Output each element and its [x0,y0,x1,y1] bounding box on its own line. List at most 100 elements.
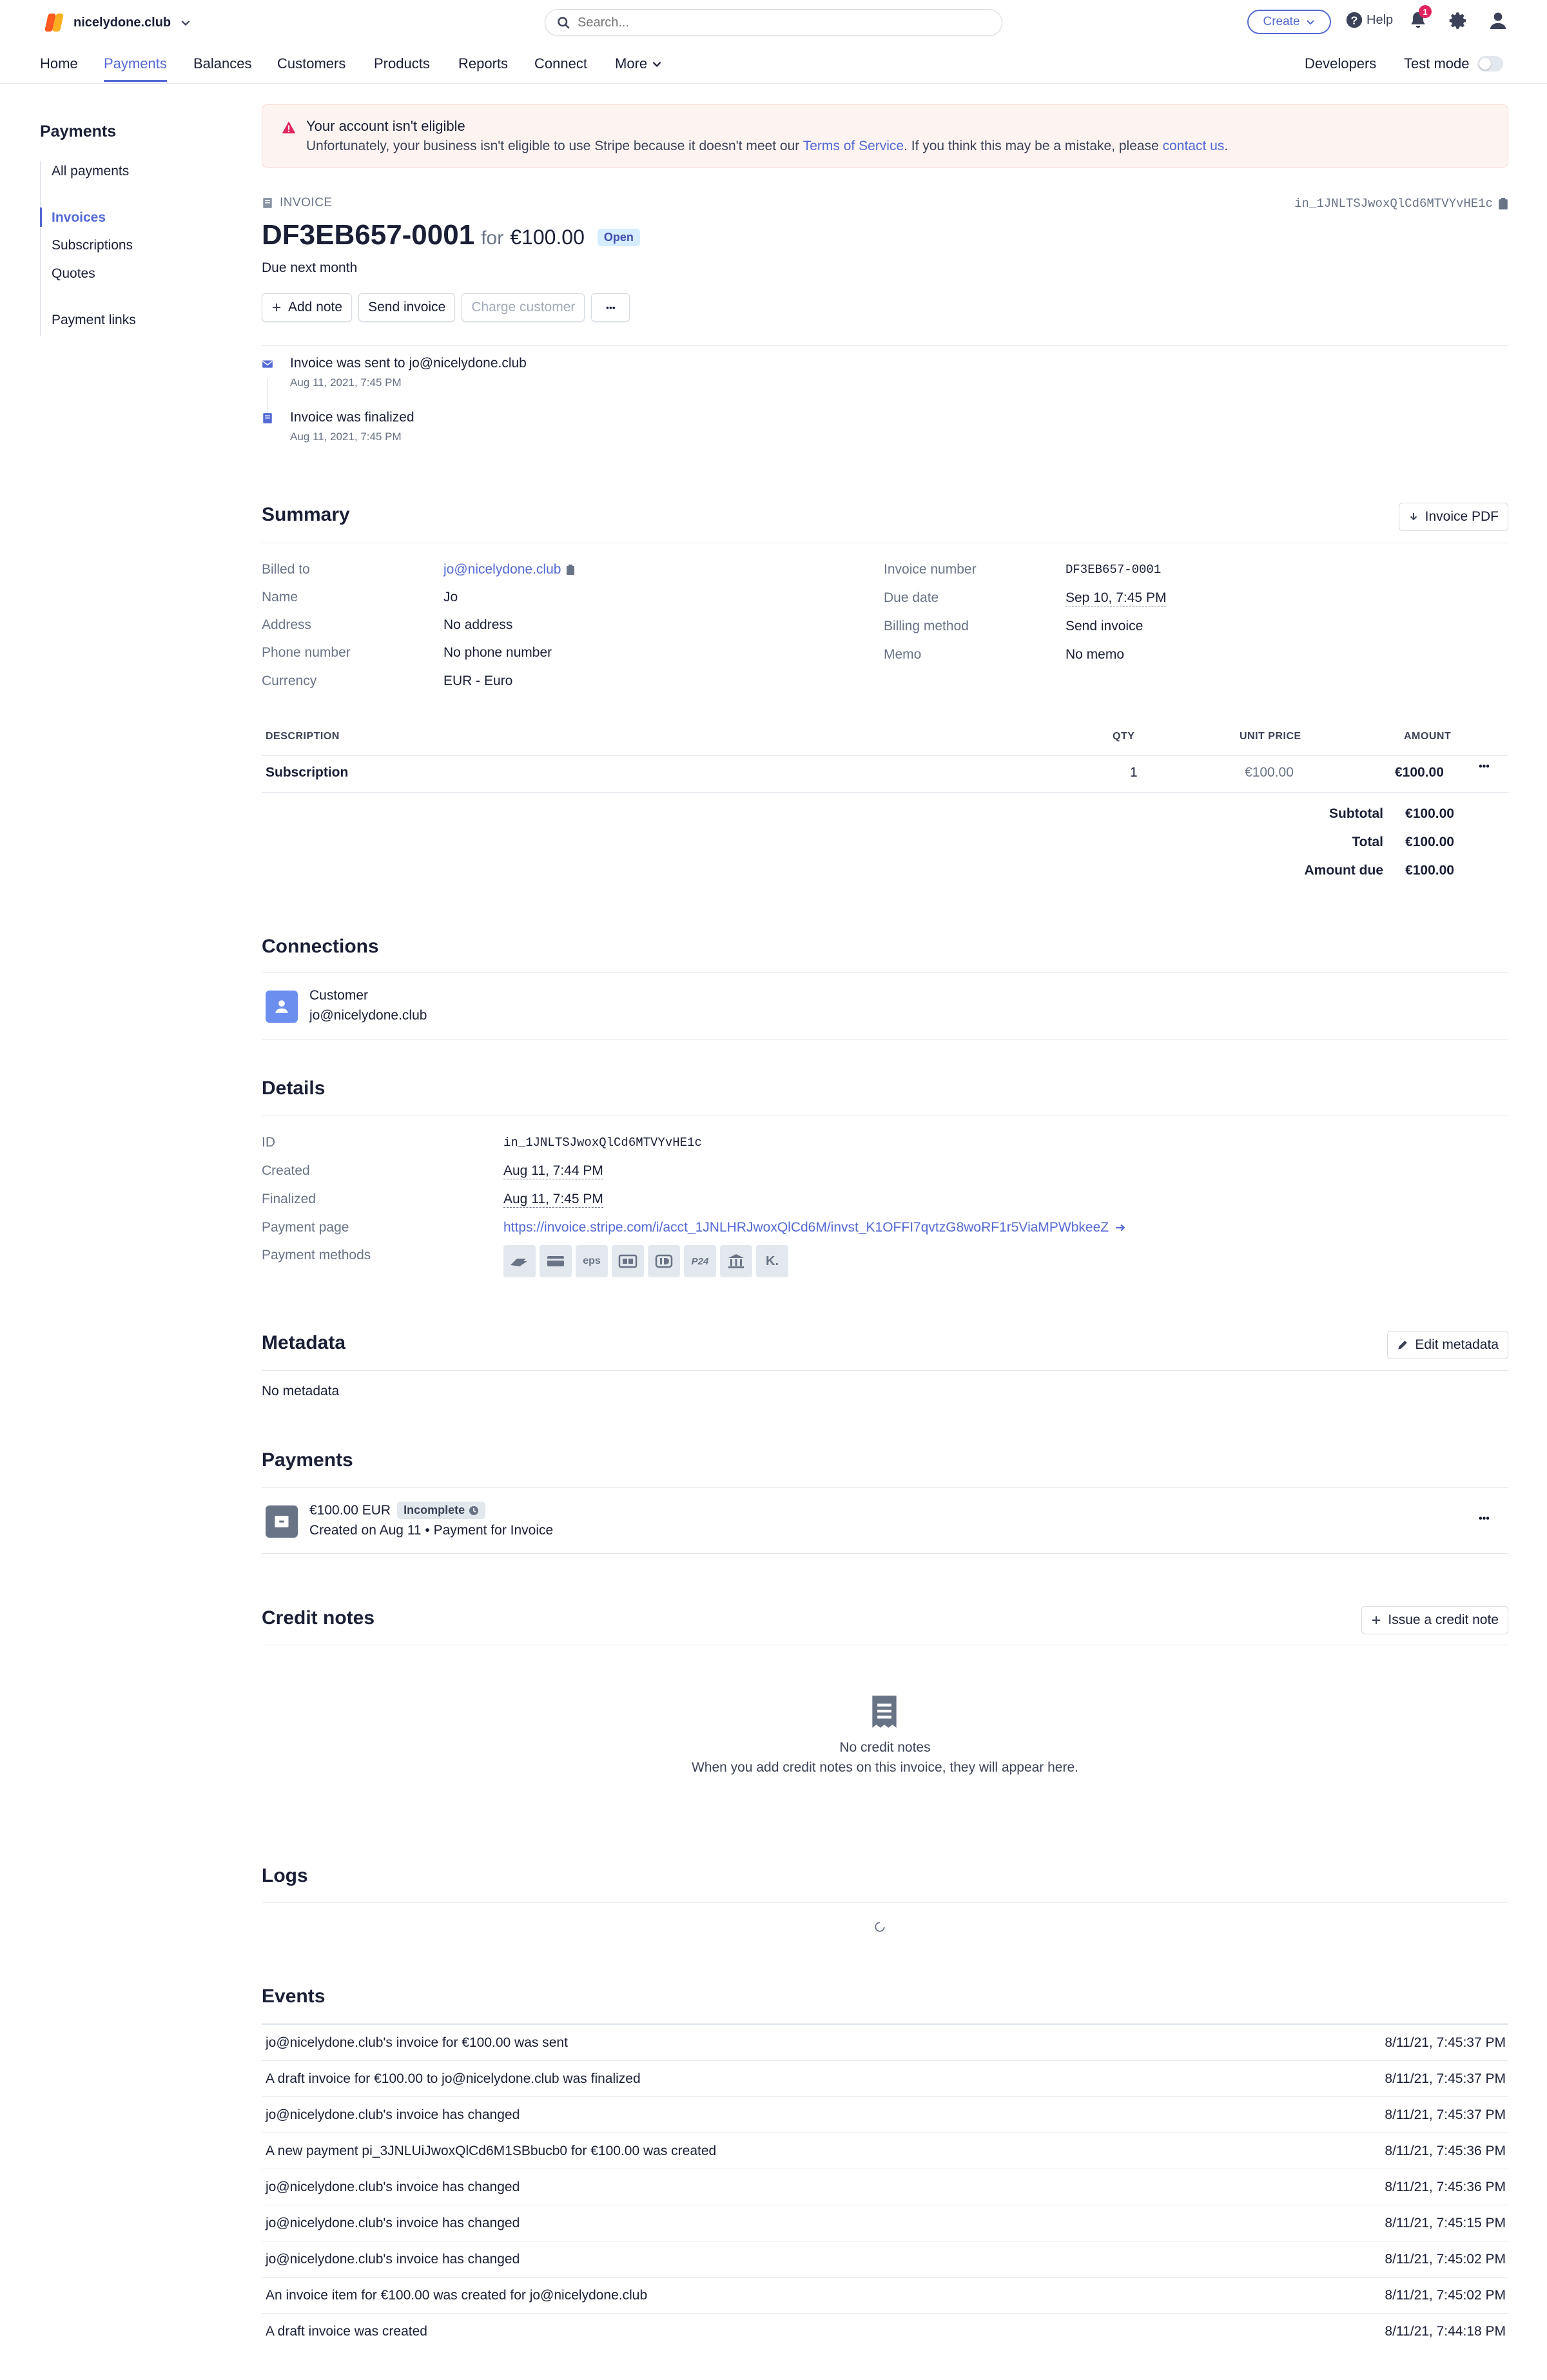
divider [262,1487,1508,1488]
create-button[interactable]: Create [1247,10,1331,34]
notifications-button[interactable]: 1 [1408,5,1432,34]
edit-metadata-label: Edit metadata [1415,1337,1499,1352]
line-item-menu-button[interactable]: ••• [1479,761,1490,773]
memo-label: Memo [884,647,922,662]
phone-value: No phone number [443,645,552,660]
payment-amount: €100.00 EUR [309,1502,391,1518]
billing-method-label: Billing method [884,619,969,634]
invoice-actions: Add note Send invoice Charge customer ••… [262,293,630,322]
nav-reports[interactable]: Reports [458,55,508,80]
created-value[interactable]: Aug 11, 7:44 PM [503,1163,603,1179]
details-heading: Details [262,1078,326,1099]
line-item-unit-price: €100.00 [1245,765,1294,780]
sidebar-item-all-payments[interactable]: All payments [52,164,129,179]
connection-type: Customer [309,988,369,1003]
nav-home[interactable]: Home [40,55,78,80]
receipt-icon [872,1696,897,1728]
test-mode-toggle[interactable]: Test mode [1404,55,1503,72]
event-message: A draft invoice for €100.00 to jo@nicely… [266,2071,641,2086]
payment-page-url[interactable]: https://invoice.stripe.com/i/acct_1JNLHR… [503,1220,1109,1235]
sidebar-item-quotes[interactable]: Quotes [52,266,95,282]
line-item-description: Subscription [266,765,349,780]
event-row[interactable]: A draft invoice for €100.00 to jo@nicely… [262,2060,1508,2096]
subtotal-value: €100.00 [1405,806,1454,821]
add-note-button[interactable]: Add note [262,293,353,322]
due-text: Due next month [262,260,358,275]
nav-customers[interactable]: Customers [277,55,345,80]
finalized-value[interactable]: Aug 11, 7:45 PM [503,1192,603,1208]
event-message: A draft invoice was created [266,2324,427,2339]
payment-row[interactable]: €100.00 EUR Incomplete [309,1502,486,1519]
event-row[interactable]: jo@nicelydone.club's invoice has changed… [262,2096,1508,2133]
event-row[interactable]: jo@nicelydone.club's invoice has changed… [262,2169,1508,2205]
sidebar-active-indicator [40,208,42,227]
gear-icon [1449,12,1466,29]
billed-to-value[interactable]: jo@nicelydone.club [443,562,575,577]
due-date-label: Due date [884,590,939,605]
billed-to-email-link[interactable]: jo@nicelydone.club [443,562,561,577]
timeline-date: Aug 11, 2021, 7:45 PM [290,431,402,443]
sidebar-item-subscriptions[interactable]: Subscriptions [52,238,133,253]
search-icon [558,17,570,29]
invoice-pdf-button[interactable]: Invoice PDF [1398,503,1508,531]
event-row[interactable]: jo@nicelydone.club's invoice has changed… [262,2241,1508,2277]
sidebar-item-invoices[interactable]: Invoices [52,210,106,226]
invoice-amount: €100.00 [510,226,585,249]
event-message: jo@nicelydone.club's invoice has changed [266,2252,520,2267]
event-message: A new payment pi_3JNLUiJwoxQlCd6M1SBbucb… [266,2143,717,2158]
logs-heading: Logs [262,1865,308,1886]
alert-title: Your account isn't eligible [306,118,465,134]
timeline-text: Invoice was finalized [290,410,414,425]
profile-button[interactable] [1488,10,1508,35]
payment-menu-button[interactable]: ••• [1479,1513,1490,1525]
timeline-text-email: jo@nicelydone.club [409,356,527,371]
toggle-switch[interactable] [1477,56,1503,72]
invoice-pdf-label: Invoice PDF [1425,509,1499,524]
charge-customer-button[interactable]: Charge customer [462,293,585,322]
event-row[interactable]: A draft invoice was created 8/11/21, 7:44… [262,2313,1508,2349]
nav-more[interactable]: More [615,55,663,80]
id-label: ID [262,1135,275,1150]
event-row[interactable]: jo@nicelydone.club's invoice has changed… [262,2205,1508,2241]
summary-heading: Summary [262,504,350,525]
settings-button[interactable] [1448,10,1468,35]
nav-payments[interactable]: Payments [104,55,167,82]
event-row[interactable]: A new payment pi_3JNLUiJwoxQlCd6M1SBbucb… [262,2133,1508,2169]
warning-icon [282,121,296,133]
account-name: nicelydone.club [73,15,171,30]
status-badge: Open [597,229,640,246]
connection-email[interactable]: jo@nicelydone.club [309,1008,427,1023]
help-button[interactable]: ? Help [1346,12,1393,28]
contact-us-link[interactable]: contact us [1163,139,1225,153]
divider [262,1039,1508,1040]
column-header-description: DESCRIPTION [266,731,340,742]
edit-metadata-button[interactable]: Edit metadata [1387,1331,1508,1359]
account-switcher[interactable]: nicelydone.club [43,12,191,34]
nav-developers[interactable]: Developers [1305,55,1376,80]
terms-of-service-link[interactable]: Terms of Service [803,139,904,153]
mail-icon [262,360,273,368]
nav-balances[interactable]: Balances [193,55,252,80]
connections-heading: Connections [262,936,379,957]
search-input[interactable] [578,15,964,30]
due-date-value[interactable]: Sep 10, 7:45 PM [1065,590,1167,606]
line-item-qty: 1 [1130,765,1138,780]
search-bar[interactable] [545,9,1002,36]
nav-connect[interactable]: Connect [534,55,587,80]
issue-credit-note-button[interactable]: Issue a credit note [1361,1606,1508,1634]
event-time: 8/11/21, 7:45:37 PM [1385,2071,1506,2086]
plus-icon [273,304,280,311]
payment-page-label: Payment page [262,1220,349,1235]
payment-page-link[interactable]: https://invoice.stripe.com/i/acct_1JNLHR… [503,1220,1127,1235]
send-invoice-button[interactable]: Send invoice [358,293,456,322]
sidebar-item-payment-links[interactable]: Payment links [52,313,136,328]
event-message: jo@nicelydone.club's invoice has changed [266,2180,520,2194]
event-row[interactable]: An invoice item for €100.00 was created … [262,2277,1508,2313]
nav-products[interactable]: Products [374,55,430,80]
more-actions-button[interactable]: ••• [591,293,630,322]
event-row[interactable]: jo@nicelydone.club's invoice for €100.00… [262,2024,1508,2060]
clipboard-icon[interactable] [566,565,575,575]
payment-status-badge: Incomplete [397,1502,486,1519]
clipboard-icon[interactable] [1498,198,1508,209]
invoice-id[interactable]: in_1JNLTSJwoxQlCd6MTVYvHE1c [1294,197,1508,211]
